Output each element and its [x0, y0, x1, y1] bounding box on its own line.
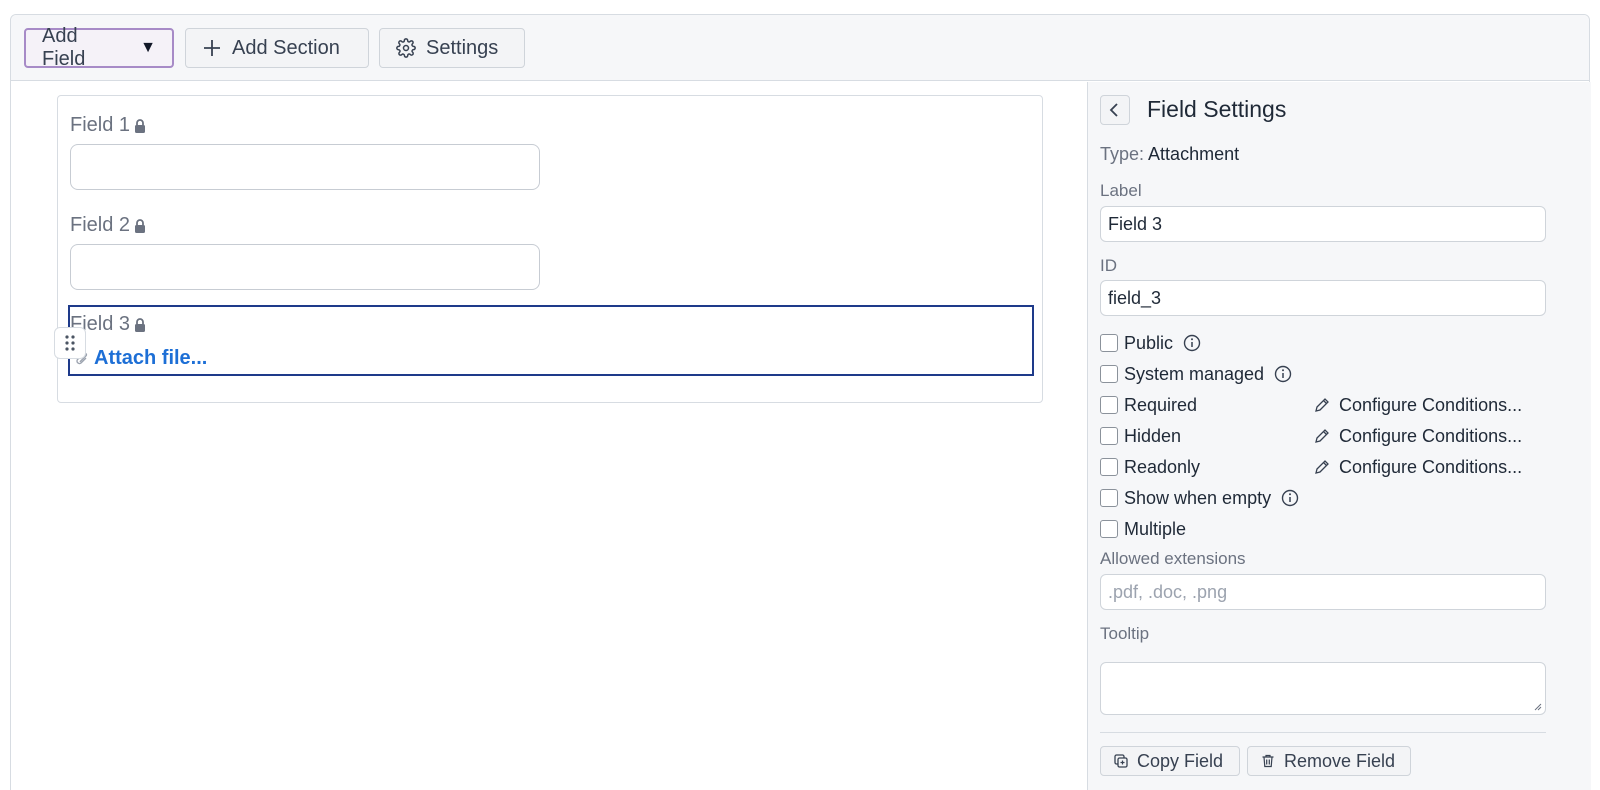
add-section-button[interactable]: Add Section	[185, 28, 369, 68]
hidden-configure-conditions[interactable]: Configure Conditions...	[1313, 425, 1522, 447]
plus-icon	[202, 38, 222, 58]
copy-field-label: Copy Field	[1137, 750, 1224, 771]
show-when-empty-checkbox-row: Show when empty	[1100, 487, 1299, 509]
divider	[1100, 732, 1546, 733]
multiple-checkbox-row: Multiple	[1100, 518, 1186, 540]
form-builder: Add Field ▼ Add Section Settings Field 1	[10, 14, 1591, 790]
add-field-label: Add Field	[42, 25, 86, 70]
back-button[interactable]	[1100, 95, 1130, 125]
id-input-value: field_3	[1108, 287, 1162, 308]
multiple-label: Multiple	[1124, 518, 1187, 539]
drag-handle-icon[interactable]	[54, 327, 86, 359]
id-caption: ID	[1100, 256, 1117, 275]
show-when-empty-label: Show when empty	[1124, 487, 1272, 508]
required-configure-conditions[interactable]: Configure Conditions...	[1313, 394, 1522, 416]
hidden-checkbox-row: Hidden	[1100, 425, 1181, 447]
public-checkbox[interactable]	[1100, 334, 1118, 352]
field-2-label: Field 2	[70, 214, 147, 237]
remove-field-button[interactable]: Remove Field	[1247, 746, 1411, 776]
caret-down-icon: ▼	[140, 39, 156, 56]
field-1-input[interactable]	[70, 144, 540, 190]
field-settings-panel: Field Settings Type: Attachment Label Fi…	[1087, 82, 1591, 790]
show-when-empty-checkbox[interactable]	[1100, 489, 1118, 507]
field-2-label-text: Field 2	[70, 214, 131, 236]
allowed-extensions-input[interactable]: .pdf, .doc, .png	[1100, 574, 1546, 610]
readonly-configure-conditions[interactable]: Configure Conditions...	[1313, 456, 1522, 478]
form-section[interactable]: Field 1 Field 2 Field 3 Attach file...	[54, 95, 1043, 403]
tooltip-caption: Tooltip	[1100, 624, 1150, 643]
copy-icon	[1114, 754, 1128, 768]
info-icon[interactable]	[1274, 365, 1292, 383]
configure-conditions-label: Configure Conditions...	[1339, 425, 1523, 446]
hidden-label: Hidden	[1124, 425, 1182, 446]
settings-label: Settings	[426, 36, 499, 59]
label-input-value: Field 3	[1108, 213, 1163, 234]
required-label: Required	[1124, 394, 1198, 415]
info-icon[interactable]	[1281, 489, 1299, 507]
gear-icon	[396, 38, 416, 58]
copy-field-button[interactable]: Copy Field	[1100, 746, 1240, 776]
allowed-extensions-caption: Allowed extensions	[1100, 549, 1246, 568]
lock-icon	[135, 118, 146, 133]
add-section-label: Add Section	[232, 36, 340, 59]
attach-file-link[interactable]: Attach file...	[74, 347, 207, 370]
panel-title: Field Settings	[1147, 96, 1287, 122]
readonly-checkbox[interactable]	[1100, 458, 1118, 476]
form-canvas: Field 1 Field 2 Field 3 Attach file...	[11, 82, 1111, 790]
pencil-icon	[1315, 429, 1329, 443]
pencil-icon	[1315, 460, 1329, 474]
pencil-icon	[1315, 398, 1329, 412]
type-key: Type:	[1100, 144, 1145, 164]
settings-button[interactable]: Settings	[379, 28, 525, 68]
trash-icon	[1262, 754, 1274, 768]
id-input[interactable]: field_3	[1100, 280, 1546, 316]
field-type-row: Type: Attachment	[1100, 144, 1239, 165]
required-checkbox-row: Required	[1100, 394, 1197, 416]
chevron-left-icon	[1109, 103, 1118, 117]
multiple-checkbox[interactable]	[1100, 520, 1118, 538]
add-field-dropdown-button[interactable]: Add Field ▼	[24, 25, 174, 70]
hidden-checkbox[interactable]	[1100, 427, 1118, 445]
system-managed-checkbox[interactable]	[1100, 365, 1118, 383]
info-icon[interactable]	[1183, 334, 1201, 352]
label-input[interactable]: Field 3	[1100, 206, 1546, 242]
field-2-input[interactable]	[70, 244, 540, 290]
readonly-checkbox-row: Readonly	[1100, 456, 1200, 478]
lock-icon	[135, 317, 146, 332]
resize-grip-icon[interactable]	[1532, 701, 1542, 711]
readonly-label: Readonly	[1124, 456, 1201, 477]
configure-conditions-label: Configure Conditions...	[1339, 394, 1523, 415]
type-value: Attachment	[1148, 144, 1240, 164]
field-1-label-text: Field 1	[70, 114, 131, 136]
public-checkbox-row: Public	[1100, 332, 1201, 354]
configure-conditions-label: Configure Conditions...	[1339, 456, 1523, 477]
system-managed-label: System managed	[1124, 363, 1265, 384]
system-managed-checkbox-row: System managed	[1100, 363, 1292, 385]
label-caption: Label	[1100, 181, 1142, 200]
attach-file-text: Attach file...	[94, 347, 208, 369]
tooltip-textarea[interactable]	[1100, 662, 1546, 715]
remove-field-label: Remove Field	[1284, 750, 1396, 771]
public-label: Public	[1124, 332, 1174, 353]
required-checkbox[interactable]	[1100, 396, 1118, 414]
selected-field-3[interactable]: Field 3 Attach file...	[54, 305, 1034, 376]
field-1-label: Field 1	[70, 114, 147, 137]
allowed-extensions-placeholder: .pdf, .doc, .png	[1108, 581, 1228, 602]
lock-icon	[135, 218, 146, 233]
toolbar: Add Field ▼ Add Section Settings	[11, 15, 1589, 81]
